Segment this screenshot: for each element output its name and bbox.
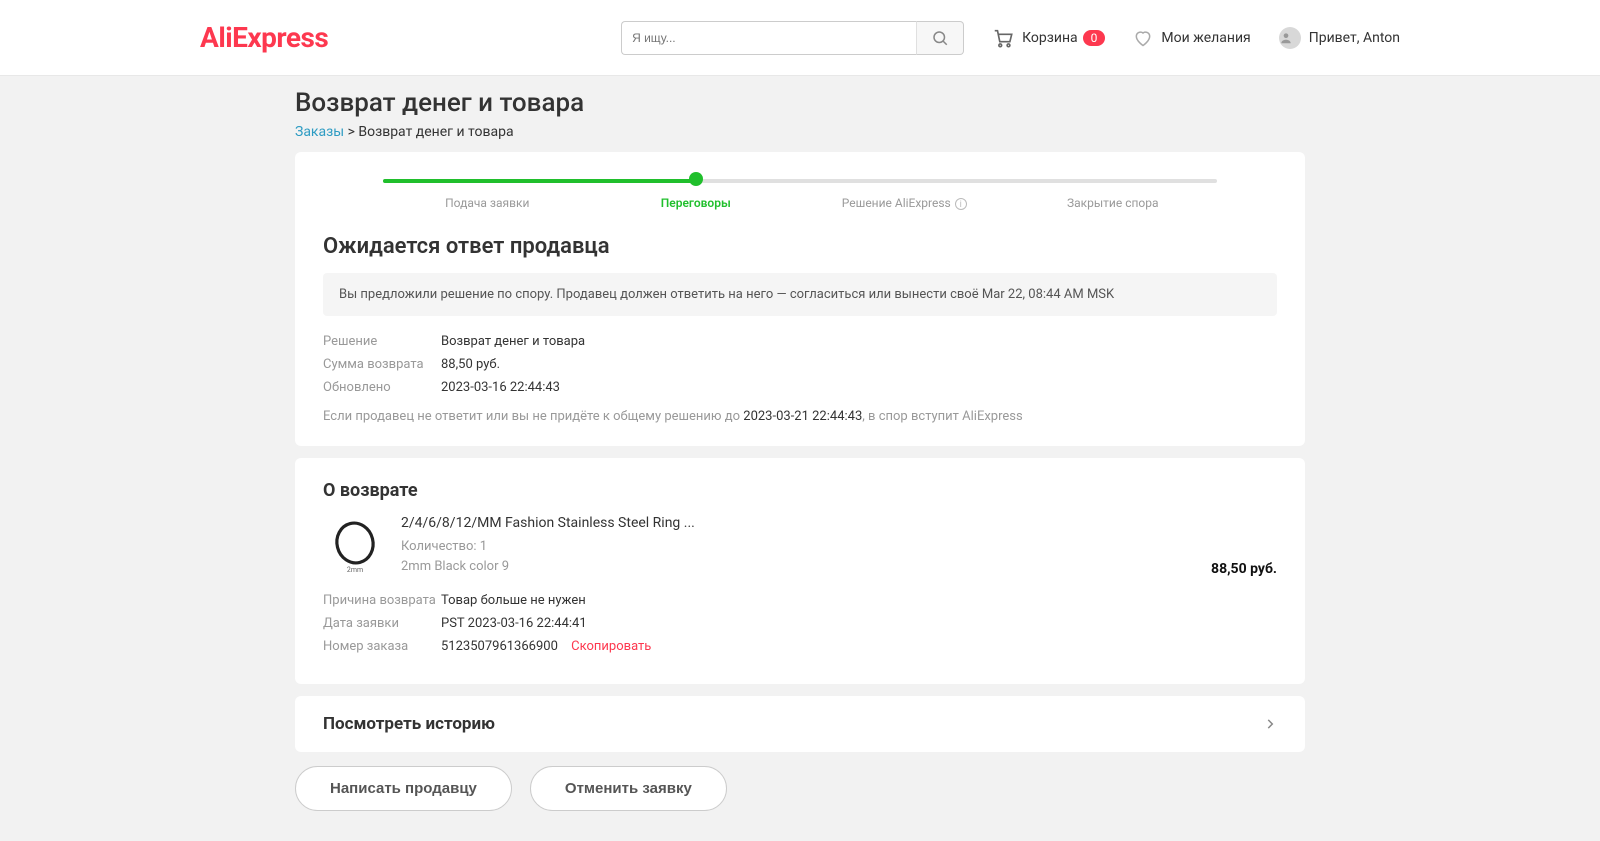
kv-label: Причина возврата <box>323 593 441 608</box>
history-title: Посмотреть историю <box>323 714 495 734</box>
logo[interactable]: AliExpress <box>200 21 328 54</box>
kv-value: PST 2023-03-16 22:44:41 <box>441 616 587 631</box>
kv-value: Товар больше не нужен <box>441 593 586 608</box>
product-image[interactable]: 2mm <box>323 515 387 579</box>
greeting-text: Привет, Anton <box>1309 30 1400 46</box>
return-row-date: Дата заявки PST 2023-03-16 22:44:41 <box>323 616 1277 631</box>
copy-order-number[interactable]: Скопировать <box>571 639 651 654</box>
kv-label: Обновлено <box>323 380 441 395</box>
return-section-title: О возврате <box>323 480 1277 501</box>
progress-step-aliexpress-decision: Решение AliExpress i <box>800 174 1009 210</box>
heart-icon <box>1133 28 1153 48</box>
cart-icon <box>992 27 1014 49</box>
kv-label: Сумма возврата <box>323 357 441 372</box>
product-price: 88,50 руб. <box>1211 561 1277 579</box>
breadcrumb-orders-link[interactable]: Заказы <box>295 124 344 140</box>
cart-link[interactable]: Корзина 0 <box>992 27 1105 49</box>
product-title[interactable]: 2/4/6/8/12/MM Fashion Stainless Steel Ri… <box>401 515 1151 531</box>
history-card[interactable]: Посмотреть историю <box>295 696 1305 752</box>
breadcrumb-current: Возврат денег и товара <box>358 124 513 140</box>
progress-step-label: Закрытие спора <box>1067 196 1159 210</box>
wishlist-link[interactable]: Мои желания <box>1133 28 1250 48</box>
status-row-updated: Обновлено 2023-03-16 22:44:43 <box>323 380 1277 395</box>
progress-step-close: Закрытие спора <box>1009 174 1218 210</box>
progress-step-negotiation: Переговоры <box>592 174 801 210</box>
progress-tracker: Подача заявки Переговоры Решение AliExpr… <box>383 174 1217 210</box>
kv-label: Дата заявки <box>323 616 441 631</box>
status-row-amount: Сумма возврата 88,50 руб. <box>323 357 1277 372</box>
svg-text:2mm: 2mm <box>347 566 363 574</box>
product-variant: 2mm Black color 9 <box>401 557 1151 577</box>
info-icon[interactable]: i <box>955 198 967 210</box>
progress-step-label: Решение AliExpress <box>842 196 951 210</box>
cancel-request-button[interactable]: Отменить заявку <box>530 766 727 811</box>
deadline-timestamp: 2023-03-21 22:44:43 <box>743 409 862 424</box>
contact-seller-button[interactable]: Написать продавцу <box>295 766 512 811</box>
deadline-note: Если продавец не ответит или вы не придё… <box>323 409 1277 424</box>
action-buttons: Написать продавцу Отменить заявку <box>295 766 1305 811</box>
order-number: 5123507961366900 <box>441 639 558 654</box>
progress-step-label: Подача заявки <box>445 196 529 210</box>
ring-icon: 2mm <box>330 520 380 574</box>
chevron-right-icon <box>1263 717 1277 731</box>
site-header: AliExpress Корзина 0 Мои желания Привет,… <box>0 0 1600 76</box>
status-title: Ожидается ответ продавца <box>323 234 1277 259</box>
product-quantity: Количество: 1 <box>401 537 1151 557</box>
cart-label: Корзина <box>1022 30 1078 46</box>
product-row: 2mm 2/4/6/8/12/MM Fashion Stainless Stee… <box>323 515 1277 579</box>
breadcrumb-separator: > <box>344 124 358 140</box>
cart-count-badge: 0 <box>1083 30 1106 46</box>
user-icon <box>1279 31 1293 45</box>
return-details-card: О возврате 2mm 2/4/6/8/12/MM Fashion Sta… <box>295 458 1305 684</box>
return-row-reason: Причина возврата Товар больше не нужен <box>323 593 1277 608</box>
breadcrumb: Заказы > Возврат денег и товара <box>295 124 1305 140</box>
account-link[interactable]: Привет, Anton <box>1279 27 1400 49</box>
avatar <box>1279 27 1301 49</box>
kv-value: Возврат денег и товара <box>441 334 585 349</box>
kv-value: 2023-03-16 22:44:43 <box>441 380 560 395</box>
kv-value: 88,50 руб. <box>441 357 500 372</box>
status-row-solution: Решение Возврат денег и товара <box>323 334 1277 349</box>
progress-step-submit: Подача заявки <box>383 174 592 210</box>
kv-label: Номер заказа <box>323 639 441 654</box>
progress-step-label: Переговоры <box>661 196 731 210</box>
wishlist-label: Мои желания <box>1161 30 1250 46</box>
progress-active-node <box>689 172 703 186</box>
search-input[interactable] <box>621 21 916 55</box>
return-row-order-number: Номер заказа 5123507961366900 Скопироват… <box>323 639 1277 654</box>
search-icon <box>931 29 949 47</box>
dispute-status-card: Подача заявки Переговоры Решение AliExpr… <box>295 152 1305 446</box>
page-title: Возврат денег и товара <box>295 88 1305 118</box>
status-banner: Вы предложили решение по спору. Продавец… <box>323 273 1277 316</box>
kv-label: Решение <box>323 334 441 349</box>
search-form <box>621 21 964 55</box>
search-button[interactable] <box>916 21 964 55</box>
